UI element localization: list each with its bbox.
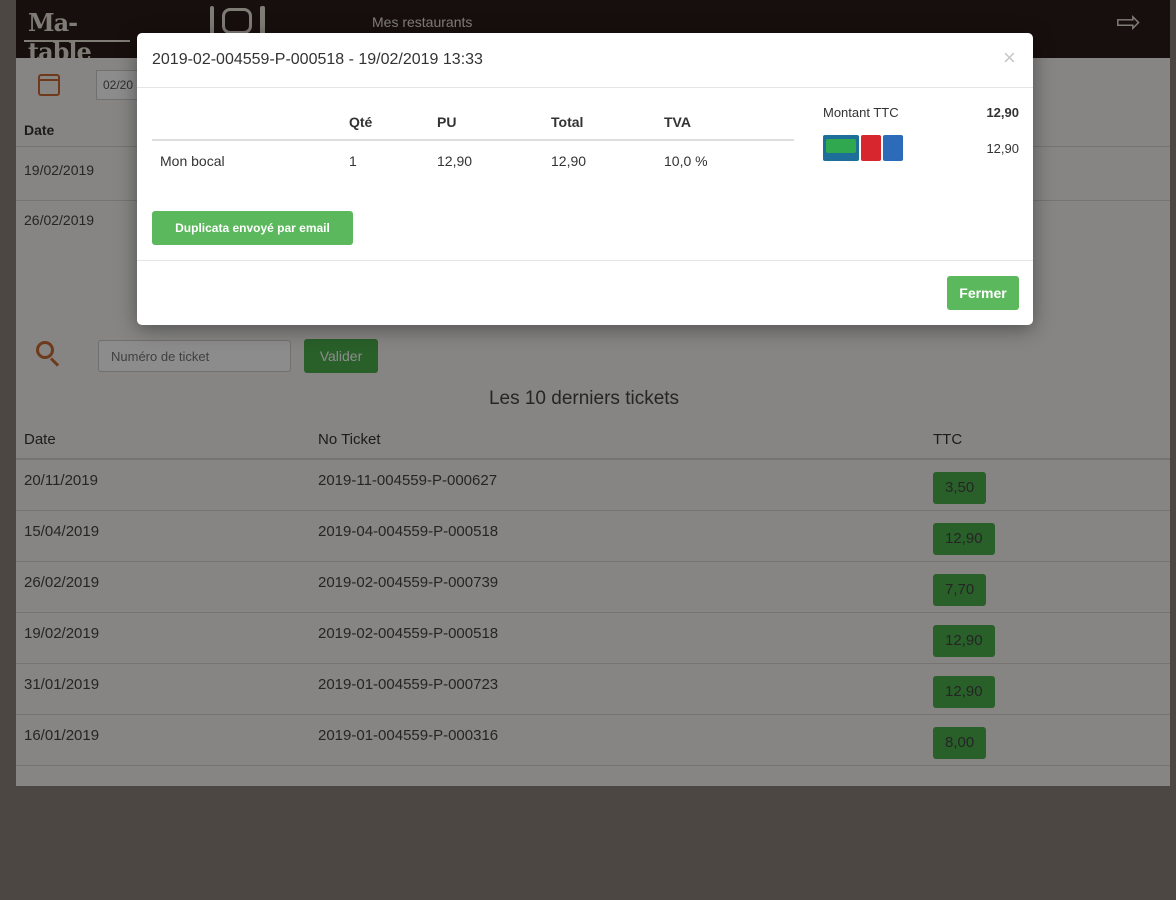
line-item-name: Mon bocal	[160, 153, 225, 169]
header-vat: TVA	[664, 114, 691, 130]
header-total: Total	[551, 114, 584, 130]
header-unit-price: PU	[437, 114, 457, 130]
line-total: 12,90	[551, 153, 587, 169]
modal-header: 2019-02-004559-P-000518 - 19/02/2019 13:…	[137, 33, 1033, 88]
close-icon[interactable]: ×	[1003, 47, 1016, 69]
line-vat: 10,0 %	[664, 153, 708, 169]
ticket-detail-modal: 2019-02-004559-P-000518 - 19/02/2019 13:…	[137, 33, 1033, 325]
credit-cards-icon	[823, 133, 903, 163]
ticket-lines-header: Qté PU Total TVA	[152, 103, 794, 141]
modal-title: 2019-02-004559-P-000518 - 19/02/2019 13:…	[152, 51, 483, 68]
mastercard-shape	[861, 135, 881, 161]
amex-card-shape	[883, 135, 903, 161]
amount-label: Montant TTC	[823, 105, 899, 120]
card-payment-amount: 12,90	[986, 141, 1019, 156]
cb-card-shape	[823, 135, 859, 161]
payment-summary: Montant TTC 12,90 12,90	[823, 105, 1019, 175]
table-row: Mon bocal 1 12,90 12,90 10,0 %	[152, 141, 794, 181]
duplicate-email-button[interactable]: Duplicata envoyé par email	[152, 211, 353, 245]
amount-total: 12,90	[986, 105, 1019, 120]
line-qty: 1	[349, 153, 357, 169]
close-button[interactable]: Fermer	[947, 276, 1019, 310]
line-unit-price: 12,90	[437, 153, 473, 169]
ticket-lines-table: Qté PU Total TVA Mon bocal 1 12,90 12,90…	[152, 103, 794, 181]
modal-footer: Fermer	[137, 260, 1033, 325]
header-qty: Qté	[349, 114, 373, 130]
